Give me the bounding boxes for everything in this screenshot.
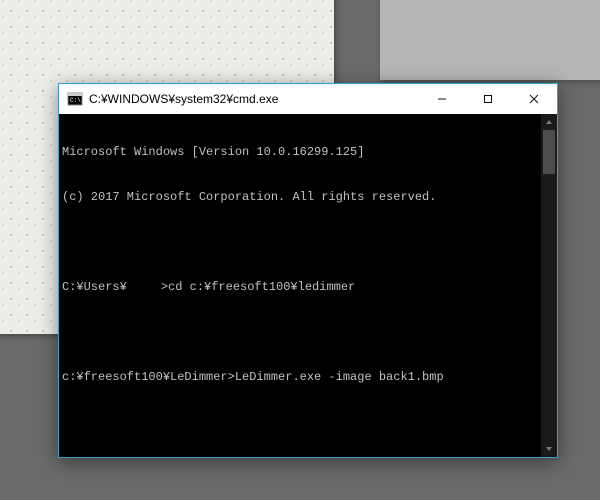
terminal-line: Microsoft Windows [Version 10.0.16299.12…	[62, 145, 554, 160]
cmd-window: C:\ C:¥WINDOWS¥system32¥cmd.exe Microsof…	[58, 83, 558, 458]
desktop-background: C:\ C:¥WINDOWS¥system32¥cmd.exe Microsof…	[0, 0, 600, 500]
scroll-down-button[interactable]	[541, 441, 557, 457]
window-controls	[419, 84, 557, 114]
terminal-area[interactable]: Microsoft Windows [Version 10.0.16299.12…	[59, 114, 557, 457]
terminal-line: c:¥freesoft100¥LeDimmer>LeDimmer.exe -im…	[62, 370, 554, 385]
minimize-button[interactable]	[419, 84, 465, 114]
redacted-username	[127, 280, 161, 291]
window-title: C:¥WINDOWS¥system32¥cmd.exe	[89, 92, 278, 106]
scrollbar[interactable]	[541, 114, 557, 457]
terminal-line	[62, 235, 554, 250]
terminal-line	[62, 415, 554, 430]
maximize-button[interactable]	[465, 84, 511, 114]
scroll-thumb[interactable]	[543, 130, 555, 174]
command-text: >cd c:¥freesoft100¥ledimmer	[161, 280, 355, 294]
terminal-line: C:¥Users¥ >cd c:¥freesoft100¥ledimmer	[62, 280, 554, 295]
bg-panel-grey	[380, 0, 600, 80]
prompt-text: C:¥Users¥	[62, 280, 127, 294]
terminal-line	[62, 325, 554, 340]
close-button[interactable]	[511, 84, 557, 114]
scroll-up-button[interactable]	[541, 114, 557, 130]
cmd-icon: C:\	[67, 91, 83, 107]
scroll-track[interactable]	[541, 130, 557, 441]
svg-text:C:\: C:\	[70, 97, 81, 104]
terminal-line: (c) 2017 Microsoft Corporation. All righ…	[62, 190, 554, 205]
titlebar[interactable]: C:\ C:¥WINDOWS¥system32¥cmd.exe	[59, 84, 557, 114]
